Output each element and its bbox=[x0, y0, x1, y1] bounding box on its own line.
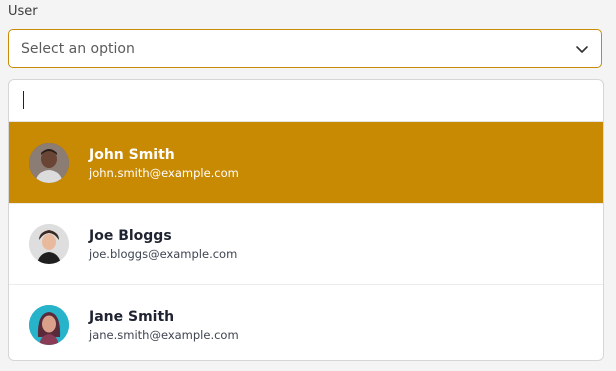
option-email: jane.smith@example.com bbox=[89, 327, 239, 342]
option-name: John Smith bbox=[89, 146, 175, 163]
option-jane-smith[interactable]: Jane Smith jane.smith@example.com bbox=[9, 284, 603, 360]
option-name: Jane Smith bbox=[89, 308, 175, 325]
avatar-john-image bbox=[29, 143, 69, 183]
avatar bbox=[29, 143, 69, 183]
avatar-jane-image bbox=[29, 305, 69, 345]
avatar-joe-image bbox=[29, 224, 69, 264]
search-input[interactable] bbox=[9, 80, 603, 121]
field-label: User bbox=[8, 4, 38, 19]
avatar bbox=[29, 224, 69, 264]
text-cursor bbox=[23, 91, 24, 109]
option-email: joe.bloggs@example.com bbox=[89, 246, 238, 261]
option-john-smith[interactable]: John Smith john.smith@example.com bbox=[9, 122, 603, 203]
chevron-down-icon bbox=[576, 45, 588, 53]
option-joe-bloggs[interactable]: Joe Bloggs joe.bloggs@example.com bbox=[9, 203, 603, 284]
avatar bbox=[29, 305, 69, 345]
option-email: john.smith@example.com bbox=[89, 165, 239, 180]
select-placeholder: Select an option bbox=[21, 40, 135, 57]
user-select[interactable]: Select an option bbox=[8, 29, 602, 68]
option-name: Joe Bloggs bbox=[89, 227, 172, 244]
search-box bbox=[9, 80, 603, 122]
options-dropdown: John Smith john.smith@example.com Joe Bl… bbox=[8, 79, 604, 361]
